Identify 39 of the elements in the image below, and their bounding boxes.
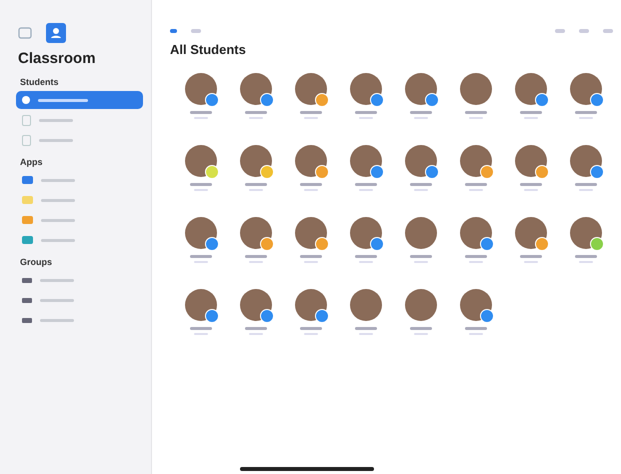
app-title: Classroom (18, 50, 97, 67)
avatar-photo-placeholder (514, 217, 546, 249)
person-icon[interactable] (46, 23, 66, 43)
avatar-photo-placeholder (460, 289, 492, 321)
avatar-photo-placeholder (514, 145, 546, 177)
avatar-photo-placeholder (294, 217, 326, 249)
avatar-photo-placeholder (404, 217, 436, 249)
avatar-photo-placeholder (240, 73, 272, 105)
avatar-photo-placeholder (350, 145, 382, 177)
avatar-photo-placeholder (184, 73, 216, 105)
avatar-photo-placeholder (350, 217, 382, 249)
toolbar-icon[interactable] (170, 29, 177, 33)
avatar-photo-placeholder (240, 145, 272, 177)
section-heading[interactable]: Apps (16, 151, 143, 171)
section-heading[interactable]: Students (16, 71, 143, 91)
avatar-photo-placeholder (294, 289, 326, 321)
page-title: All Students (170, 42, 247, 57)
avatar-photo-placeholder (460, 217, 492, 249)
avatar-photo-placeholder (404, 73, 436, 105)
avatar-photo-placeholder (184, 289, 216, 321)
avatar-photo-placeholder (294, 73, 326, 105)
avatar-photo-placeholder (184, 145, 216, 177)
avatar-photo-placeholder (350, 73, 382, 105)
avatar-photo-placeholder (514, 73, 546, 105)
section-heading[interactable]: Groups (16, 251, 143, 271)
avatar-photo-placeholder (460, 145, 492, 177)
avatar-photo-placeholder (404, 289, 436, 321)
avatar-photo-placeholder (240, 289, 272, 321)
avatar-photo-placeholder (570, 73, 602, 105)
avatar-photo-placeholder (240, 217, 272, 249)
avatar-photo-placeholder (184, 217, 216, 249)
avatar-photo-placeholder (570, 217, 602, 249)
avatar-photo-placeholder (350, 289, 382, 321)
sidebar-item[interactable] (16, 91, 143, 109)
avatar-photo-placeholder (460, 73, 492, 105)
avatar-photo-placeholder (570, 145, 602, 177)
avatar-photo-placeholder (294, 145, 326, 177)
sidebar-toggle-icon[interactable] (18, 27, 32, 39)
avatar-photo-placeholder (404, 145, 436, 177)
